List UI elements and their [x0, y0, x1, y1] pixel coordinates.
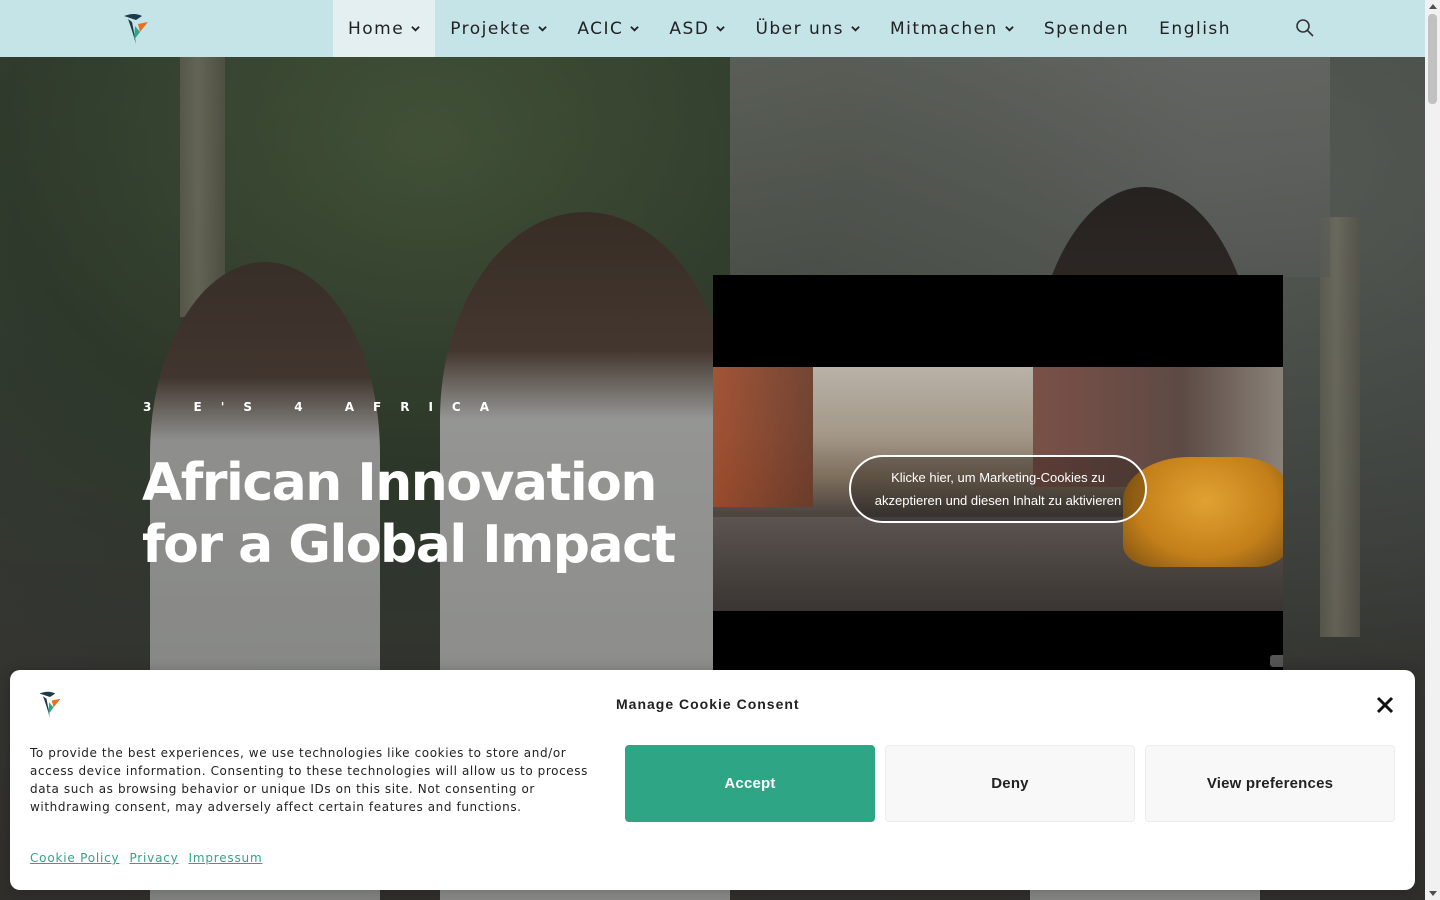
cookie-banner-title: Manage Cookie Consent	[616, 696, 800, 712]
site-logo-icon	[39, 691, 61, 718]
chevron-down-icon	[538, 26, 548, 32]
nav-item-label: Über uns	[755, 18, 844, 39]
site-header: Home Projekte ACIC ASD Über uns Mitmache…	[0, 0, 1425, 57]
nav-item-label: ASD	[669, 18, 710, 39]
close-icon[interactable]	[1376, 696, 1394, 714]
cookie-consent-banner: Manage Cookie Consent To provide the bes…	[10, 670, 1415, 890]
chevron-down-icon	[1005, 26, 1014, 32]
cookie-banner-links: Cookie Policy Privacy Impressum	[30, 851, 262, 865]
cookie-policy-link[interactable]: Cookie Policy	[30, 851, 119, 865]
nav-item-label: Mitmachen	[889, 18, 998, 39]
nav-item-label: Home	[348, 18, 405, 39]
view-preferences-button[interactable]: View preferences	[1145, 745, 1395, 822]
nav-item-ueber-uns[interactable]: Über uns	[740, 0, 875, 57]
nav-item-label: Spenden	[1043, 18, 1130, 39]
nav-item-acic[interactable]: ACIC	[562, 0, 654, 57]
nav-item-label: Projekte	[450, 18, 532, 39]
accept-marketing-cookies-button[interactable]: Klicke hier, um Marketing-Cookies zu akz…	[849, 455, 1147, 523]
hero-title: African Innovation for a Global Impact	[142, 453, 676, 575]
scrollbar-thumb[interactable]	[1428, 14, 1437, 104]
deny-button[interactable]: Deny	[885, 745, 1135, 822]
accept-button[interactable]: Accept	[625, 745, 875, 822]
hero-eyebrow: 3 E'S 4 AFRICA	[143, 400, 509, 414]
nav-item-english[interactable]: English	[1144, 0, 1246, 57]
scroll-down-arrow-icon[interactable]	[1429, 891, 1437, 896]
chevron-down-icon	[411, 26, 420, 32]
nav-item-home[interactable]: Home	[333, 0, 436, 57]
main-nav: Home Projekte ACIC ASD Über uns Mitmache…	[333, 0, 1246, 57]
page-scrollbar[interactable]	[1425, 0, 1440, 900]
video-embed[interactable]: Klicke hier, um Marketing-Cookies zu akz…	[713, 275, 1283, 675]
scroll-up-arrow-icon[interactable]	[1429, 4, 1437, 9]
consent-pill-label: Klicke hier, um Marketing-Cookies zu akz…	[874, 470, 1122, 508]
cookie-banner-text: To provide the best experiences, we use …	[30, 746, 588, 814]
nav-item-label: ACIC	[577, 18, 624, 39]
chevron-down-icon	[716, 26, 726, 32]
site-logo-icon[interactable]	[120, 10, 152, 46]
nav-item-label: English	[1159, 18, 1232, 39]
chevron-down-icon	[630, 26, 640, 32]
privacy-link[interactable]: Privacy	[129, 851, 178, 865]
chevron-down-icon	[851, 26, 860, 32]
impressum-link[interactable]: Impressum	[189, 851, 263, 865]
search-icon[interactable]	[1295, 18, 1315, 38]
thumbnail-building	[713, 367, 813, 507]
nav-item-mitmachen[interactable]: Mitmachen	[875, 0, 1029, 57]
nav-item-spenden[interactable]: Spenden	[1029, 0, 1144, 57]
video-platform-icon	[1270, 655, 1283, 667]
nav-item-projekte[interactable]: Projekte	[435, 0, 562, 57]
thumbnail-taxi	[1123, 457, 1283, 567]
nav-item-asd[interactable]: ASD	[654, 0, 740, 57]
